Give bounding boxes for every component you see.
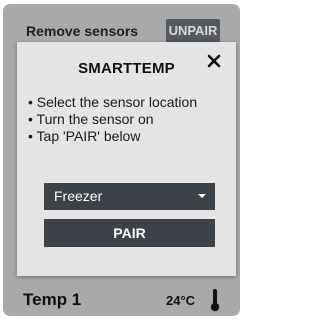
instruction-item: • Tap 'PAIR' below: [28, 128, 141, 144]
close-icon[interactable]: [204, 51, 224, 71]
pair-sensor-dialog: SMARTTEMP • Select the sensor location •…: [17, 42, 236, 276]
remove-sensors-label: Remove sensors: [26, 23, 139, 39]
sensor-name: Temp 1: [23, 290, 82, 309]
pair-button[interactable]: PAIR: [44, 219, 215, 247]
sensor-location-select[interactable]: Freezer: [44, 183, 215, 210]
instruction-item: • Select the sensor location: [28, 94, 198, 110]
thermometer-icon: [210, 289, 220, 312]
selected-location: Freezer: [54, 188, 103, 204]
sensor-status-bar: Temp 1 24°C: [3, 284, 240, 316]
instruction-list: • Select the sensor location • Turn the …: [28, 94, 224, 145]
screen: Remove sensors UNPAIR Temp 1 24°C SMARTT…: [0, 0, 246, 320]
temperature-value: 24°C: [166, 293, 196, 308]
unpair-button[interactable]: UNPAIR: [166, 19, 220, 43]
instruction-item: • Turn the sensor on: [28, 111, 154, 127]
caret-down-icon: [198, 194, 206, 198]
